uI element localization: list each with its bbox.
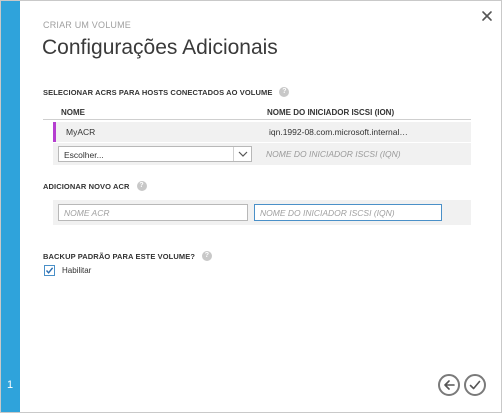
ion-placeholder-text: NOME DO INICIADOR ISCSI (IQN) [266, 149, 401, 159]
backup-section-label: BACKUP PADRÃO PARA ESTE VOLUME?? [43, 251, 212, 262]
step-sidebar [1, 1, 20, 412]
acr-section-label: SELECIONAR ACRS PARA HOSTS CONECTADOS AO… [43, 87, 290, 98]
acr-select-value: Escolher... [64, 150, 104, 160]
checkmark-icon [45, 267, 54, 274]
acr-select-dropdown[interactable]: Escolher... [58, 146, 252, 162]
close-icon[interactable] [480, 9, 494, 23]
back-button[interactable] [438, 374, 460, 396]
checkmark-icon [469, 380, 481, 390]
finish-button[interactable] [464, 374, 486, 396]
acr-section-label-text: SELECIONAR ACRS PARA HOSTS CONECTADOS AO… [43, 88, 273, 97]
help-icon[interactable]: ? [279, 87, 290, 98]
acr-ion-input[interactable] [254, 204, 442, 221]
step-number: 1 [7, 379, 14, 391]
arrow-left-icon [444, 380, 455, 390]
backup-label-text: BACKUP PADRÃO PARA ESTE VOLUME? [43, 252, 195, 261]
page-title: Configurações Adicionais [42, 36, 278, 59]
help-icon[interactable]: ? [202, 251, 212, 262]
add-acr-section-label: ADICIONAR NOVO ACR? [43, 181, 147, 192]
column-header-ion: NOME DO INICIADOR ISCSI (ION) [267, 108, 395, 117]
table-row-new: Escolher... NOME DO INICIADOR ISCSI (IQN… [53, 143, 471, 165]
backup-enable-checkbox[interactable] [44, 265, 55, 276]
acr-name-input[interactable] [58, 204, 248, 221]
table-header-divider [43, 119, 471, 120]
backup-enable-label: Habilitar [62, 266, 92, 275]
column-header-name: NOME [61, 108, 85, 117]
chevron-down-icon[interactable] [233, 147, 251, 161]
wizard-eyebrow: CRIAR UM VOLUME [43, 20, 132, 30]
add-acr-label-text: ADICIONAR NOVO ACR [43, 182, 130, 191]
help-icon[interactable]: ? [136, 181, 147, 192]
table-row[interactable]: MyACR iqn.1992-08.com.microsoft.internal… [53, 122, 471, 142]
acr-ion-cell: iqn.1992-08.com.microsoft.internal… [269, 127, 408, 137]
add-acr-row [53, 200, 471, 225]
acr-name-cell: MyACR [66, 127, 96, 137]
